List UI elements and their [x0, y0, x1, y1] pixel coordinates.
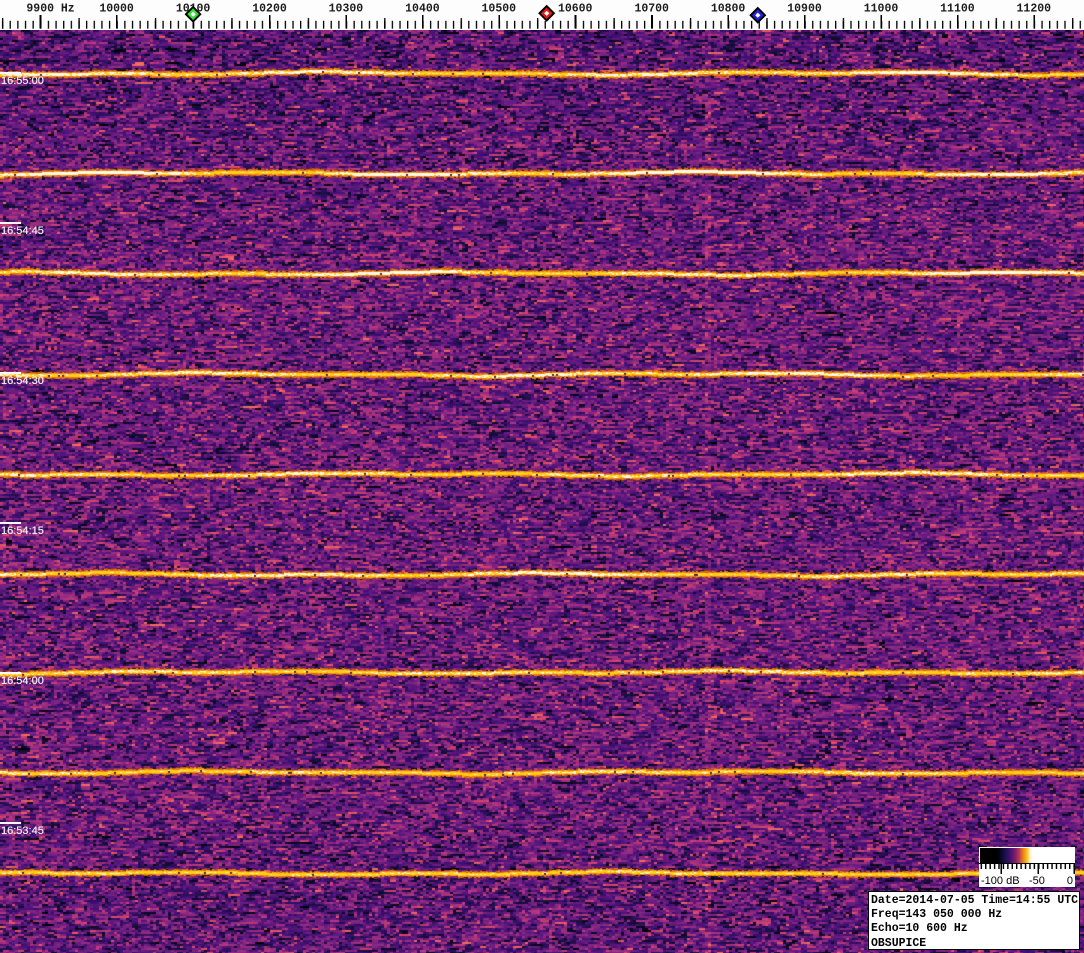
svg-text:10300: 10300: [329, 3, 364, 16]
svg-text:10900: 10900: [787, 3, 822, 16]
svg-text:10400: 10400: [405, 3, 440, 16]
svg-text:11100: 11100: [940, 3, 975, 16]
svg-text:9900 Hz: 9900 Hz: [26, 3, 74, 16]
svg-text:11200: 11200: [1017, 3, 1052, 16]
svg-text:10800: 10800: [711, 3, 746, 16]
svg-text:10600: 10600: [558, 3, 593, 16]
svg-text:10000: 10000: [99, 3, 134, 16]
svg-text:10700: 10700: [634, 3, 669, 16]
svg-text:11000: 11000: [864, 3, 899, 16]
svg-text:10500: 10500: [482, 3, 517, 16]
svg-text:10200: 10200: [252, 3, 287, 16]
